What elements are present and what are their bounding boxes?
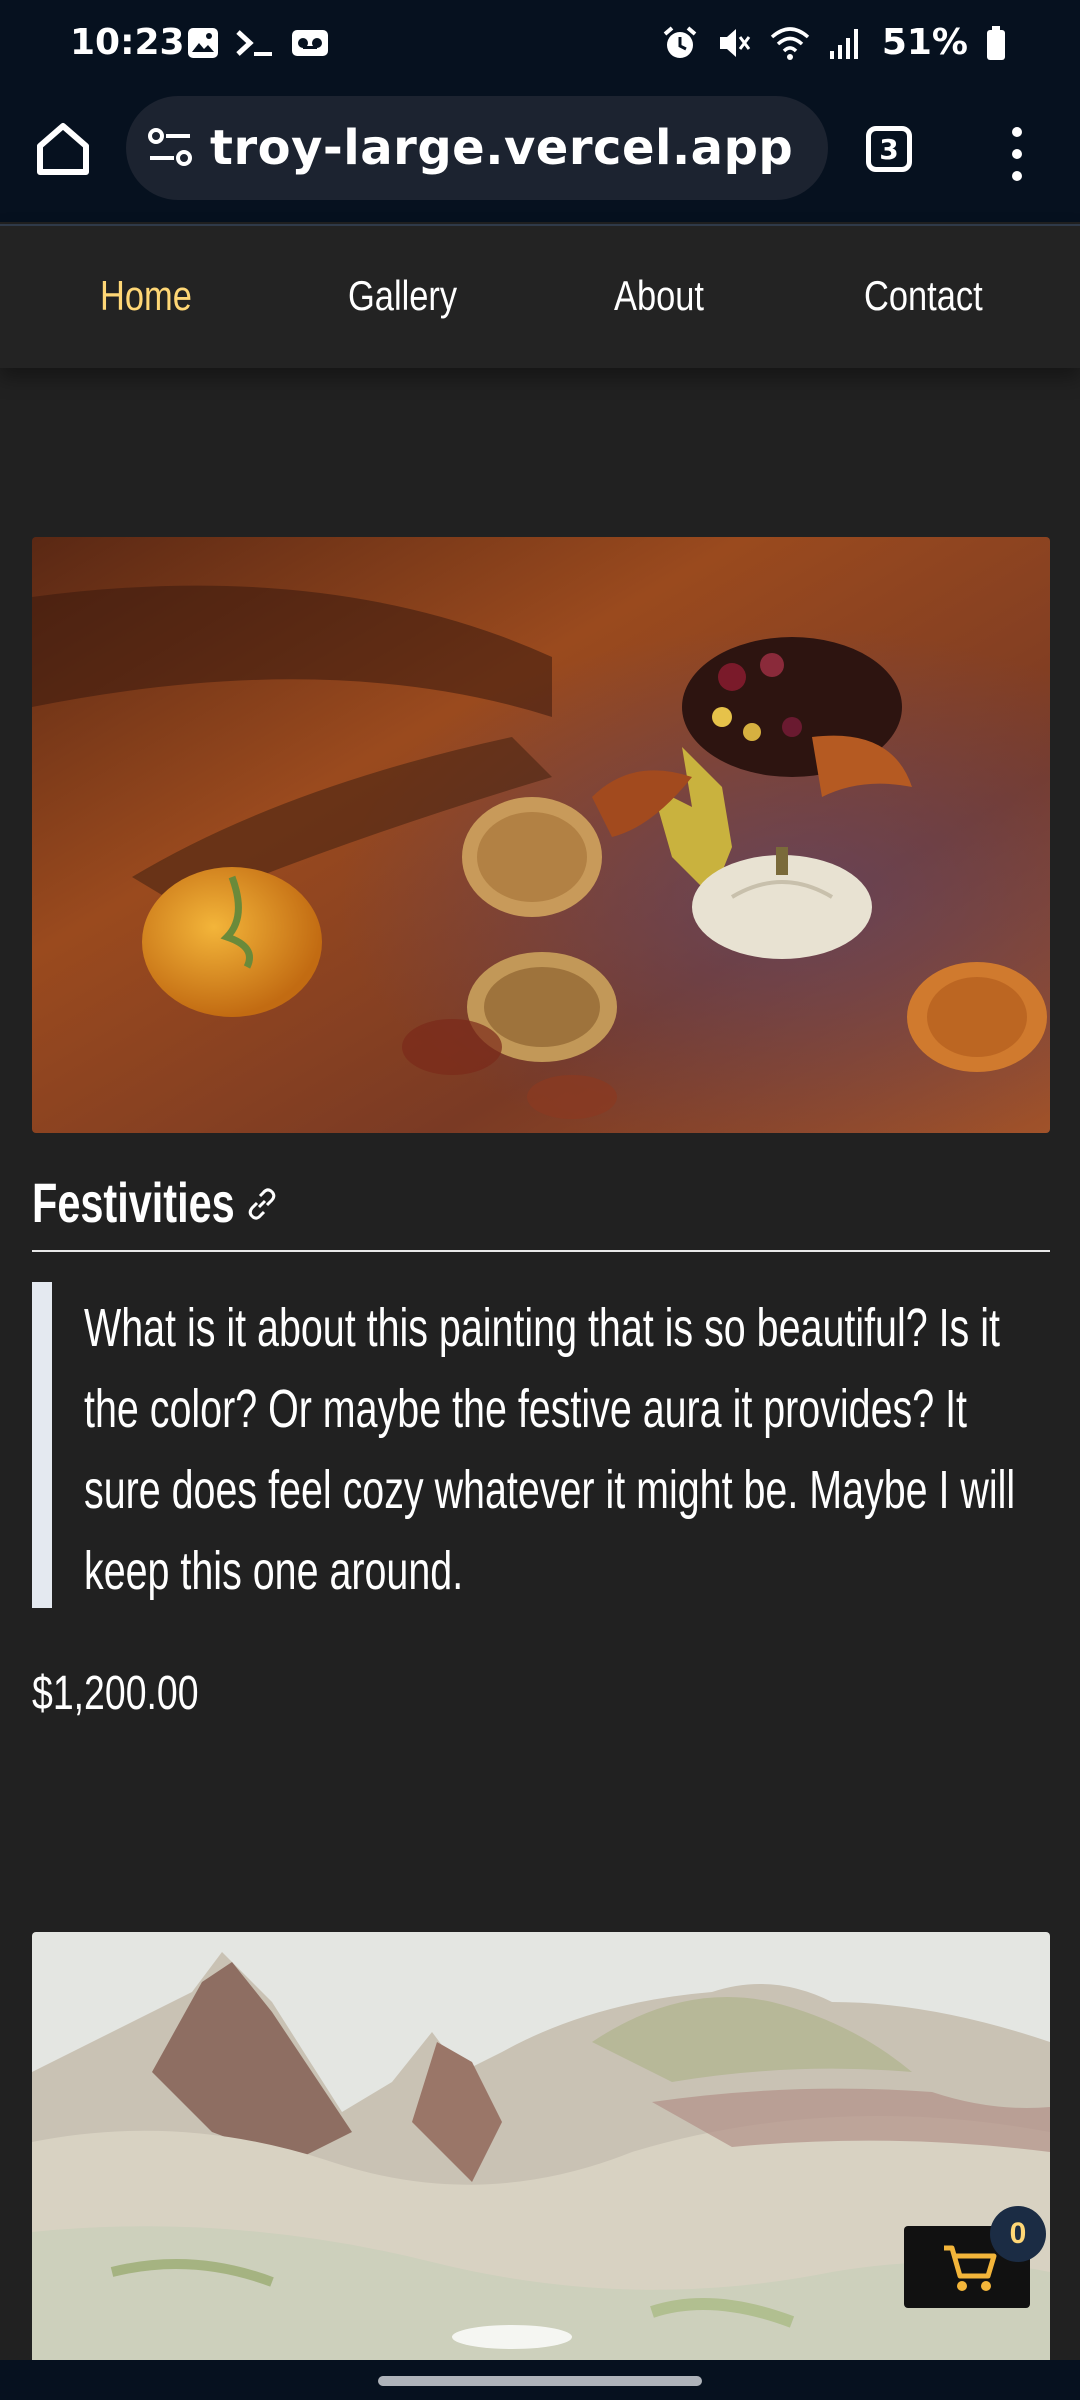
wifi-icon (770, 26, 809, 60)
image-icon (188, 28, 218, 58)
battery-percent: 51% (881, 22, 968, 63)
description-text: What is it about this painting that is s… (84, 1298, 1016, 1601)
still-life-painting (32, 537, 1050, 1133)
browser-toolbar: troy-large.vercel.app 3 (0, 90, 1080, 222)
url-text: troy-large.vercel.app (210, 120, 794, 176)
blockquote-bar (32, 1282, 52, 1608)
alarm-icon (663, 25, 697, 58)
artwork-title: Festivities (32, 1171, 235, 1234)
artwork-description: What is it about this painting that is s… (32, 1282, 1050, 1608)
mute-icon (719, 28, 751, 57)
nav-contact[interactable]: Contact (864, 272, 983, 320)
artwork-price: $1,200.00 (32, 1667, 199, 1720)
signal-icon (829, 28, 858, 59)
status-notification-icons (186, 26, 330, 60)
tab-switcher-button[interactable]: 3 (866, 126, 912, 172)
status-system-icons: 51% (662, 22, 1006, 63)
status-time: 10:23 (70, 22, 185, 63)
battery-icon (987, 25, 1005, 60)
artwork-title-row: Festivities (32, 1170, 1050, 1252)
home-icon[interactable] (30, 116, 96, 182)
navigation-gesture-bar (0, 2360, 1080, 2400)
site-navigation: Home Gallery About Contact (0, 224, 1080, 368)
site-settings-icon[interactable] (148, 128, 192, 168)
artwork-image[interactable] (32, 537, 1050, 1133)
status-bar: 10:23 51% (0, 0, 1080, 90)
voicemail-icon (292, 30, 328, 56)
nav-about[interactable]: About (614, 272, 704, 320)
link-icon[interactable] (244, 1186, 280, 1222)
more-options-icon[interactable] (1000, 124, 1034, 184)
artwork-image[interactable] (32, 1932, 1050, 2360)
landscape-painting (32, 1932, 1050, 2360)
nav-home[interactable]: Home (100, 272, 192, 320)
nav-gallery[interactable]: Gallery (348, 272, 457, 320)
cart-count-badge: 0 (990, 2206, 1046, 2262)
terminal-icon (236, 30, 272, 56)
address-bar[interactable]: troy-large.vercel.app (126, 96, 828, 200)
gesture-handle[interactable] (378, 2376, 702, 2386)
